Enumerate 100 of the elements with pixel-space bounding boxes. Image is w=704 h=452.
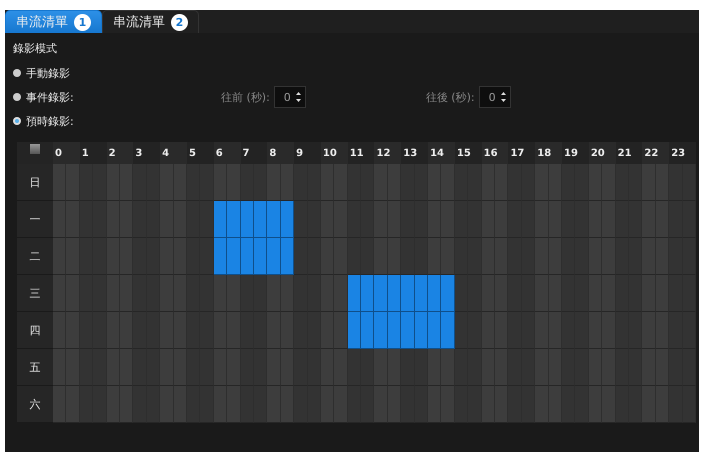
schedule-cell[interactable] — [562, 164, 576, 201]
schedule-cell[interactable] — [334, 164, 348, 201]
schedule-cell[interactable] — [280, 201, 294, 238]
schedule-cell[interactable] — [120, 386, 134, 423]
schedule-cell[interactable] — [186, 386, 200, 423]
schedule-cell[interactable] — [53, 349, 66, 386]
schedule-cell[interactable] — [374, 238, 388, 275]
schedule-cell[interactable] — [334, 238, 348, 275]
radio-button[interactable] — [13, 69, 21, 77]
schedule-cell[interactable] — [334, 312, 348, 349]
schedule-cell[interactable] — [320, 386, 334, 423]
schedule-cell[interactable] — [428, 386, 442, 423]
schedule-cell[interactable] — [106, 164, 120, 201]
schedule-cell[interactable] — [682, 275, 696, 312]
schedule-cell[interactable] — [454, 238, 468, 275]
schedule-cell[interactable] — [348, 238, 362, 275]
schedule-cell[interactable] — [441, 312, 455, 349]
schedule-cell[interactable] — [588, 164, 602, 201]
schedule-cell[interactable] — [120, 164, 134, 201]
schedule-cell[interactable] — [454, 275, 468, 312]
schedule-cell[interactable] — [348, 312, 362, 349]
schedule-cell[interactable] — [642, 386, 656, 423]
schedule-cell[interactable] — [254, 386, 268, 423]
schedule-cell[interactable] — [200, 164, 214, 201]
schedule-cell[interactable] — [401, 164, 415, 201]
schedule-cell[interactable] — [200, 275, 214, 312]
schedule-cell[interactable] — [240, 275, 254, 312]
schedule-cell[interactable] — [106, 386, 120, 423]
schedule-cell[interactable] — [374, 349, 388, 386]
schedule-cell[interactable] — [267, 275, 281, 312]
schedule-cell[interactable] — [401, 349, 415, 386]
schedule-cell[interactable] — [482, 386, 496, 423]
schedule-cell[interactable] — [308, 386, 321, 423]
schedule-cell[interactable] — [682, 238, 696, 275]
schedule-cell[interactable] — [280, 275, 294, 312]
schedule-cell[interactable] — [388, 312, 402, 349]
schedule-cell[interactable] — [388, 386, 402, 423]
schedule-cell[interactable] — [414, 164, 428, 201]
schedule-cell[interactable] — [361, 275, 374, 312]
schedule-cell[interactable] — [682, 312, 696, 349]
schedule-cell[interactable] — [294, 275, 308, 312]
schedule-cell[interactable] — [361, 238, 374, 275]
schedule-cell[interactable] — [602, 386, 616, 423]
schedule-cell[interactable] — [80, 386, 94, 423]
schedule-cell[interactable] — [562, 386, 576, 423]
schedule-cell[interactable] — [334, 386, 348, 423]
schedule-cell[interactable] — [374, 312, 388, 349]
schedule-cell[interactable] — [227, 386, 241, 423]
schedule-cell[interactable] — [320, 164, 334, 201]
schedule-cell[interactable] — [334, 275, 348, 312]
schedule-cell[interactable] — [401, 275, 415, 312]
schedule-cell[interactable] — [200, 386, 214, 423]
schedule-cell[interactable] — [227, 201, 241, 238]
schedule-cell[interactable] — [280, 386, 294, 423]
schedule-cell[interactable] — [588, 386, 602, 423]
schedule-cell[interactable] — [441, 386, 455, 423]
schedule-cell[interactable] — [93, 386, 107, 423]
schedule-cell[interactable] — [414, 312, 428, 349]
schedule-cell[interactable] — [482, 164, 496, 201]
tab[interactable]: 串流清單 1 — [5, 10, 102, 33]
schedule-cell[interactable] — [414, 386, 428, 423]
schedule-cell[interactable] — [174, 164, 187, 201]
schedule-cell[interactable] — [454, 349, 468, 386]
schedule-cell[interactable] — [522, 386, 536, 423]
schedule-cell[interactable] — [294, 386, 308, 423]
radio-button[interactable] — [13, 117, 21, 125]
schedule-cell[interactable] — [267, 238, 281, 275]
schedule-cell[interactable] — [334, 349, 348, 386]
schedule-cell[interactable] — [53, 386, 66, 423]
schedule-cell[interactable] — [200, 238, 214, 275]
schedule-cell[interactable] — [254, 238, 268, 275]
schedule-cell[interactable] — [146, 164, 160, 201]
schedule-cell[interactable] — [214, 386, 228, 423]
schedule-cell[interactable] — [227, 164, 241, 201]
schedule-cell[interactable] — [454, 312, 468, 349]
schedule-cell[interactable] — [160, 164, 174, 201]
schedule-cell[interactable] — [682, 349, 696, 386]
schedule-cell[interactable] — [294, 238, 308, 275]
schedule-cell[interactable] — [227, 238, 241, 275]
schedule-cell[interactable] — [267, 386, 281, 423]
schedule-cell[interactable] — [468, 164, 482, 201]
schedule-cell[interactable] — [267, 164, 281, 201]
schedule-cell[interactable] — [160, 386, 174, 423]
schedule-cell[interactable] — [267, 201, 281, 238]
schedule-cell[interactable] — [254, 275, 268, 312]
schedule-cell[interactable] — [428, 238, 442, 275]
schedule-cell[interactable] — [388, 349, 402, 386]
schedule-cell[interactable] — [133, 164, 147, 201]
schedule-cell[interactable] — [454, 164, 468, 201]
schedule-cell[interactable] — [495, 386, 508, 423]
schedule-cell[interactable] — [602, 164, 616, 201]
schedule-cell[interactable] — [441, 349, 455, 386]
schedule-cell[interactable] — [174, 386, 187, 423]
schedule-cell[interactable] — [575, 386, 589, 423]
schedule-cell[interactable] — [146, 386, 160, 423]
schedule-cell[interactable] — [348, 275, 362, 312]
schedule-cell[interactable] — [294, 164, 308, 201]
schedule-cell[interactable] — [348, 164, 362, 201]
schedule-cell[interactable] — [629, 386, 642, 423]
schedule-cell[interactable] — [308, 164, 321, 201]
